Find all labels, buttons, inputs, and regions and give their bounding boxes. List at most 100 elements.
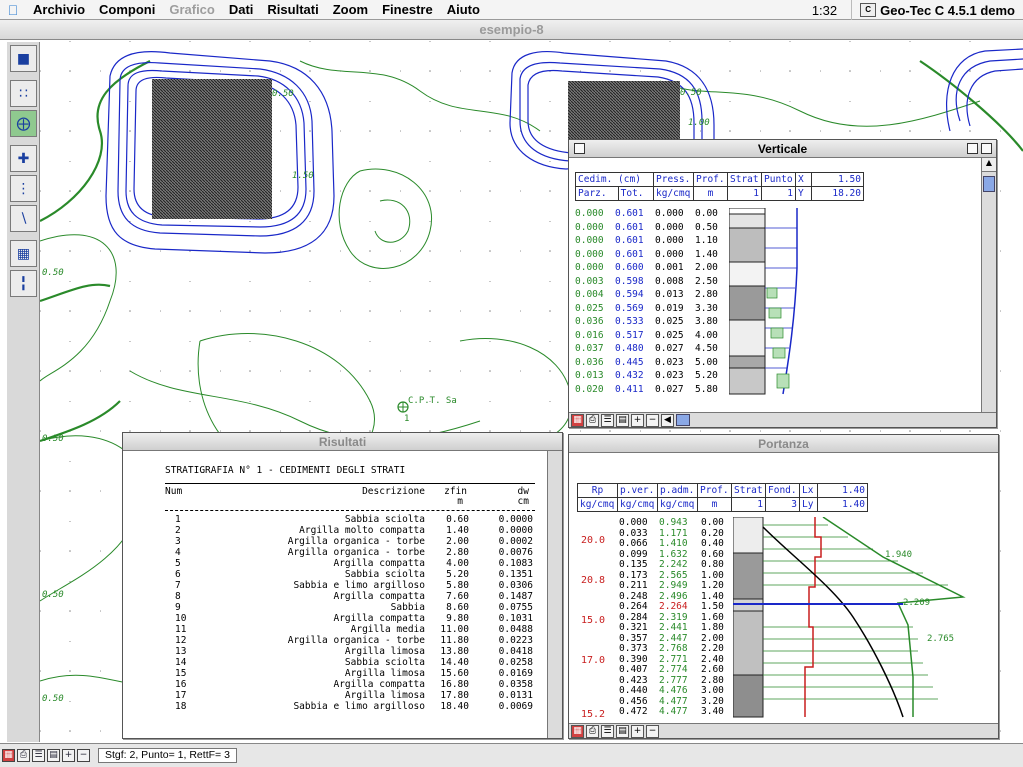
matrix-tool-icon[interactable]: ▦: [10, 240, 37, 267]
portanza-cell: 1.50: [701, 601, 724, 612]
row-num: 3: [175, 536, 181, 547]
row-zfin: 5.20: [446, 569, 469, 580]
map-window-icon[interactable]: ▦: [2, 749, 15, 762]
portanza-cell: 0.40: [701, 538, 724, 549]
verticale-zoom-button[interactable]: [967, 143, 978, 154]
cpt-label: C.P.T. Sa: [408, 396, 457, 406]
menubar-clock[interactable]: 1:32: [798, 3, 851, 18]
verticale-cell: 0.019: [655, 302, 684, 314]
row-zfin: 2.80: [446, 547, 469, 558]
verticale-vertical-scrollbar[interactable]: ▲: [981, 158, 996, 412]
map-list-icon[interactable]: ☰: [32, 749, 45, 762]
portanza-print-icon[interactable]: ⎙: [586, 724, 599, 738]
verticale-cell: 0.569: [615, 302, 644, 314]
row-zfin: 18.40: [440, 701, 469, 712]
row-dw: 0.0488: [498, 624, 533, 635]
report-row: 18 Sabbia e limo argilloso 18.40 0.0069: [165, 701, 535, 712]
verticale-zoom-out-icon[interactable]: −: [646, 413, 659, 427]
portanza-zoom-in-icon[interactable]: +: [631, 724, 644, 738]
verticale-cell: 0.016: [575, 329, 604, 341]
verticale-horizontal-thumb[interactable]: [676, 414, 690, 426]
row-desc: Argilla limosa: [344, 646, 425, 657]
portanza-titlebar[interactable]: Portanza: [569, 435, 998, 453]
portanza-chart-icon[interactable]: ▤: [616, 724, 629, 738]
menu-finestre[interactable]: Finestre: [375, 2, 440, 17]
dot-grid-tool-icon[interactable]: ⋮: [10, 175, 37, 202]
row-dw: 0.1031: [498, 613, 533, 624]
map-print-icon[interactable]: ⎙: [17, 749, 30, 762]
row-zfin: 8.60: [446, 602, 469, 613]
portanza-list-icon[interactable]: ☰: [601, 724, 614, 738]
row-zfin: 9.80: [446, 613, 469, 624]
verticale-close-button[interactable]: [574, 143, 585, 154]
menu-archivio[interactable]: Archivio: [26, 2, 92, 17]
portanza-cell: 1.20: [701, 580, 724, 591]
map-contour-label: 0.50: [680, 88, 702, 98]
portanza-cell: 2.40: [701, 653, 724, 665]
verticale-cell: 0.000: [655, 248, 684, 260]
verticale-scroll-up-icon[interactable]: ▲: [982, 158, 996, 172]
hdr-x-value: 1.50: [811, 172, 864, 187]
portanza-content: Rp p.ver. p.adm. Prof. Strat Fond. Lx 1.…: [577, 483, 987, 721]
verticale-chart-icon[interactable]: ▤: [616, 413, 629, 427]
portanza-cell: 2.60: [701, 664, 724, 675]
verticale-print-icon[interactable]: ⎙: [586, 413, 599, 427]
portanza-cell: 0.943: [659, 517, 688, 528]
row-num: 8: [175, 591, 181, 602]
portanza-cell: 2.771: [659, 653, 688, 665]
verticale-cell: 0.023: [655, 356, 684, 368]
main-window-titlebar[interactable]: esempio-8: [0, 20, 1023, 40]
menu-dati[interactable]: Dati: [222, 2, 261, 17]
row-desc: Argilla limosa: [344, 690, 425, 701]
row-zfin: 0.60: [446, 514, 469, 525]
report-rows: 1 Sabbia sciolta 0.60 0.0000 2 Argilla molto …: [165, 514, 535, 712]
portanza-cell: 0.20: [701, 527, 724, 539]
risultati-vertical-scrollbar[interactable]: [547, 451, 562, 738]
verticale-scroll-left-icon[interactable]: ◀: [661, 413, 674, 427]
verticale-window-icon[interactable]: ▦: [571, 413, 584, 427]
portanza-cell: 3.20: [701, 695, 724, 707]
portanza-zoom-out-icon[interactable]: −: [646, 724, 659, 738]
row-dw: 0.0755: [498, 602, 533, 613]
portanza-cell: 1.80: [701, 622, 724, 633]
select-rect-tool-icon[interactable]: ■: [10, 45, 37, 72]
hdr-x-label: X: [795, 172, 812, 187]
verticale-cell: 0.411: [615, 383, 644, 395]
hdr-fond: Fond.: [765, 483, 800, 498]
portanza-cell: 2.441: [659, 622, 688, 633]
application-menu[interactable]: C Geo-Tec C 4.5.1 demo: [851, 0, 1023, 20]
menu-grafico[interactable]: Grafico: [162, 2, 222, 17]
crosshair-tool-icon[interactable]: ✚: [10, 145, 37, 172]
map-zoom-out-icon[interactable]: −: [77, 749, 90, 762]
risultati-titlebar[interactable]: Risultati: [123, 433, 562, 451]
col-zfin-unit: m: [457, 496, 463, 507]
row-zfin: 17.80: [440, 690, 469, 701]
verticale-scroll-thumb[interactable]: [983, 176, 995, 192]
verticale-cell: 4.00: [695, 329, 718, 341]
probe-tool-icon[interactable]: ╏: [10, 270, 37, 297]
verticale-collapse-button[interactable]: [981, 143, 992, 154]
menu-risultati[interactable]: Risultati: [260, 2, 325, 17]
apple-menu-icon[interactable]: : [0, 2, 26, 18]
portanza-cell: 0.248: [619, 590, 648, 602]
cpt-place-tool-icon[interactable]: ⨁: [10, 110, 37, 137]
curve-label: 2.209: [903, 598, 930, 608]
verticale-cell: 0.00: [695, 208, 718, 219]
polyline-tool-icon[interactable]: ∖: [10, 205, 37, 232]
menu-componi[interactable]: Componi: [92, 2, 162, 17]
map-chart-icon[interactable]: ▤: [47, 749, 60, 762]
portanza-bottom-bar: ▦ ⎙ ☰ ▤ + −: [569, 723, 998, 738]
verticale-cell: 0.445: [615, 356, 644, 368]
verticale-zoom-in-icon[interactable]: +: [631, 413, 644, 427]
verticale-cell: 0.601: [615, 235, 644, 246]
verticale-titlebar[interactable]: Verticale: [569, 140, 996, 158]
portanza-window-icon[interactable]: ▦: [571, 724, 584, 738]
rp-value: 20.8: [581, 575, 606, 586]
grid-points-tool-icon[interactable]: ∷: [10, 80, 37, 107]
verticale-cell: 0.008: [655, 275, 684, 287]
verticale-list-icon[interactable]: ☰: [601, 413, 614, 427]
menu-aiuto[interactable]: Aiuto: [440, 2, 487, 17]
verticale-window: Verticale Cedim. (cm) Press. Prof. Strat…: [568, 139, 997, 428]
map-zoom-in-icon[interactable]: +: [62, 749, 75, 762]
menu-zoom[interactable]: Zoom: [326, 2, 375, 17]
